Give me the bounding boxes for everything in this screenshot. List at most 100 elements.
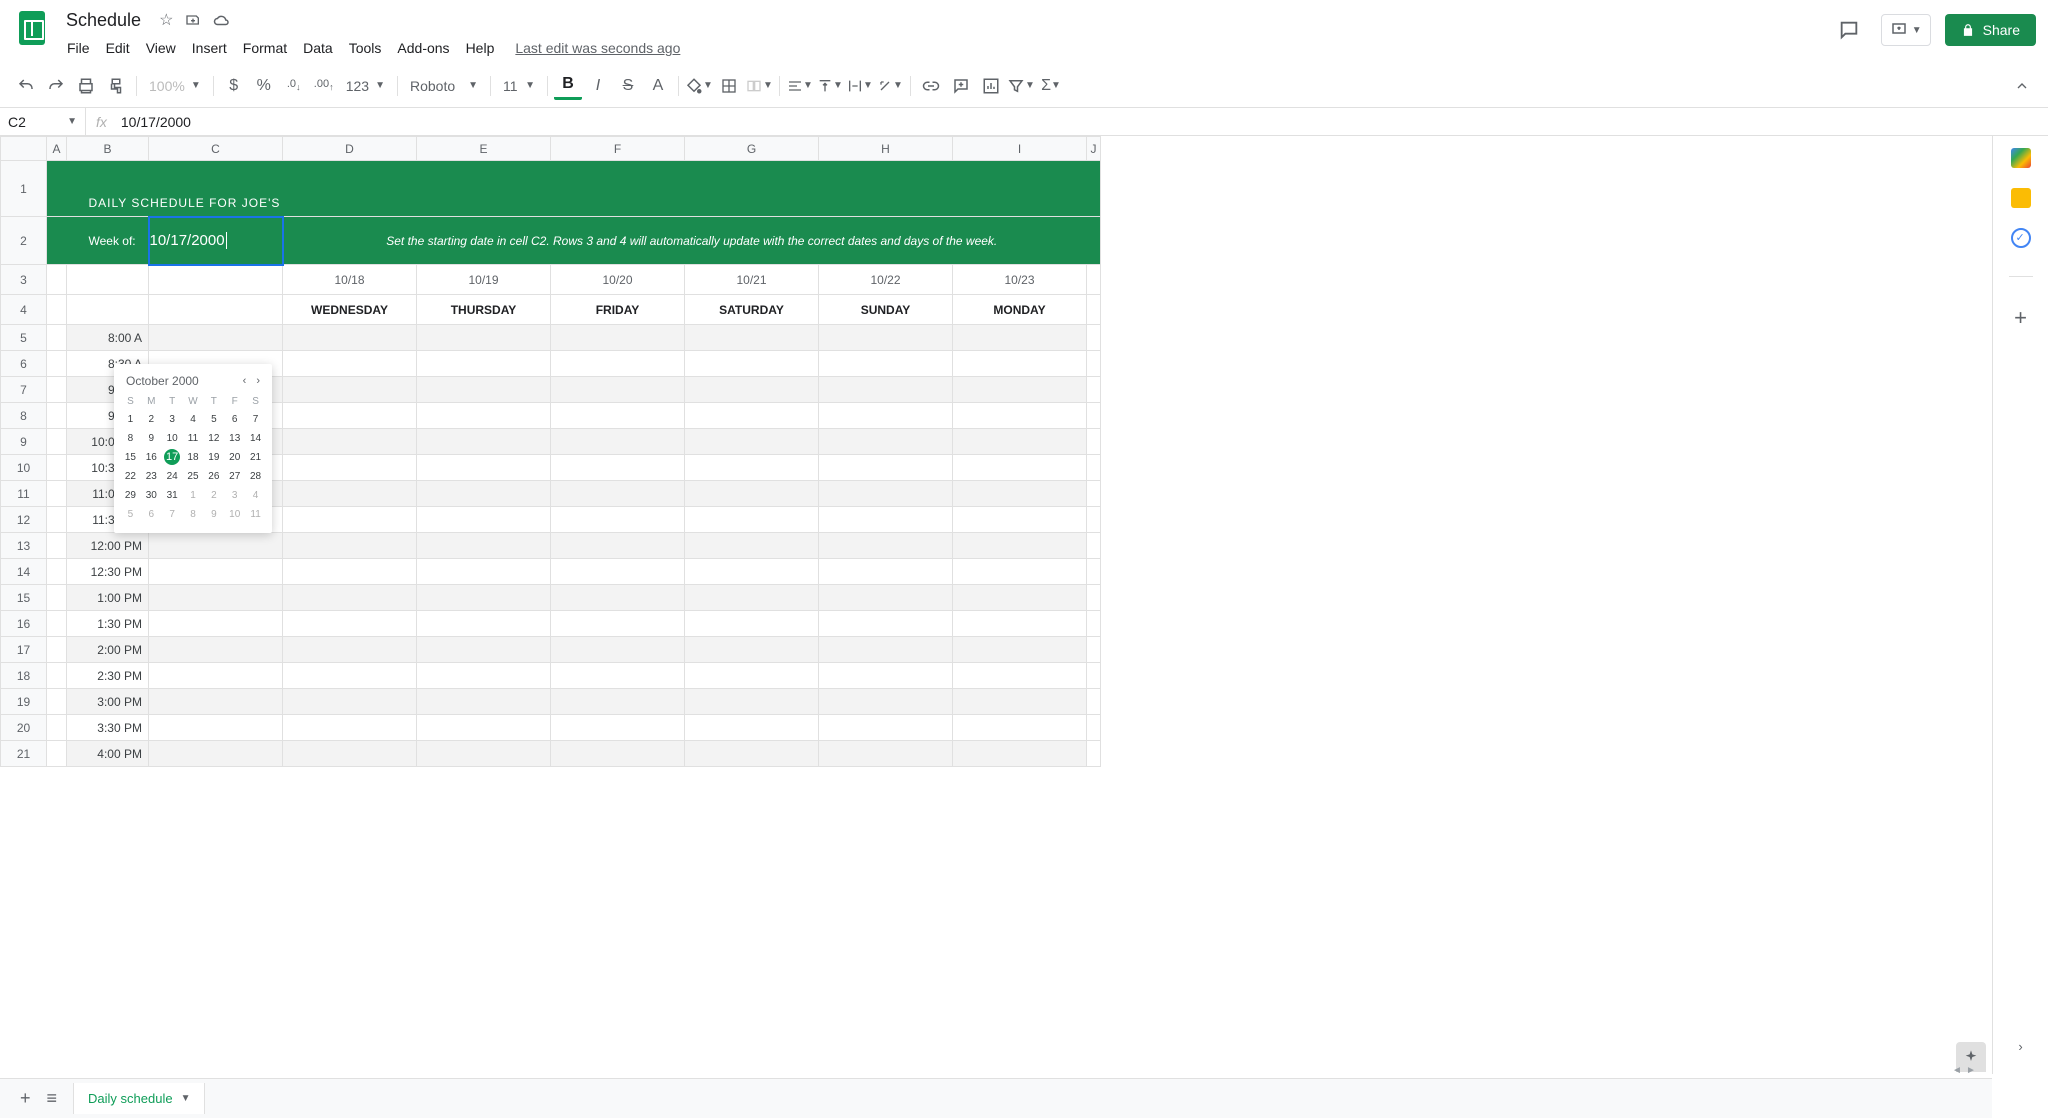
schedule-cell[interactable] bbox=[417, 377, 551, 403]
datepicker-day[interactable]: 7 bbox=[162, 506, 183, 523]
column-header[interactable]: B bbox=[67, 137, 149, 161]
schedule-cell[interactable] bbox=[283, 637, 417, 663]
datepicker-day[interactable]: 6 bbox=[141, 506, 162, 523]
datepicker-day[interactable]: 10 bbox=[224, 506, 245, 523]
weekof-date-cell[interactable]: 10/17/2000 bbox=[149, 217, 283, 265]
schedule-cell[interactable] bbox=[417, 663, 551, 689]
percent-icon[interactable]: % bbox=[250, 72, 278, 100]
text-color-icon[interactable]: A bbox=[644, 72, 672, 100]
star-icon[interactable]: ☆ bbox=[159, 10, 173, 30]
schedule-cell[interactable] bbox=[283, 741, 417, 767]
horizontal-align-icon[interactable]: ▼ bbox=[786, 72, 814, 100]
schedule-cell[interactable] bbox=[417, 429, 551, 455]
datepicker-day[interactable]: 5 bbox=[120, 506, 141, 523]
datepicker-day[interactable]: 13 bbox=[224, 430, 245, 447]
schedule-cell[interactable] bbox=[953, 689, 1087, 715]
column-header[interactable]: H bbox=[819, 137, 953, 161]
schedule-cell[interactable] bbox=[283, 689, 417, 715]
schedule-cell[interactable] bbox=[417, 351, 551, 377]
row-header[interactable]: 1 bbox=[1, 161, 47, 217]
schedule-cell[interactable] bbox=[283, 403, 417, 429]
insert-chart-icon[interactable] bbox=[977, 72, 1005, 100]
undo-icon[interactable] bbox=[12, 72, 40, 100]
datepicker-day[interactable]: 4 bbox=[183, 411, 204, 428]
time-cell[interactable]: 1:00 PM bbox=[67, 585, 149, 611]
schedule-cell[interactable] bbox=[283, 377, 417, 403]
schedule-cell[interactable] bbox=[819, 403, 953, 429]
schedule-cell[interactable] bbox=[283, 481, 417, 507]
schedule-cell[interactable] bbox=[283, 507, 417, 533]
text-wrap-icon[interactable]: ▼ bbox=[846, 72, 874, 100]
column-header[interactable]: D bbox=[283, 137, 417, 161]
datepicker-day[interactable]: 11 bbox=[245, 506, 266, 523]
more-formats-select[interactable]: 123▼ bbox=[340, 78, 391, 94]
present-button[interactable]: ▼ bbox=[1881, 14, 1931, 46]
schedule-cell[interactable] bbox=[953, 455, 1087, 481]
schedule-cell[interactable] bbox=[551, 403, 685, 429]
paint-format-icon[interactable] bbox=[102, 72, 130, 100]
datepicker-day[interactable]: 14 bbox=[245, 430, 266, 447]
column-header[interactable]: C bbox=[149, 137, 283, 161]
schedule-cell[interactable] bbox=[953, 741, 1087, 767]
schedule-cell[interactable] bbox=[551, 377, 685, 403]
schedule-cell[interactable] bbox=[149, 741, 283, 767]
bold-icon[interactable]: B bbox=[554, 72, 582, 100]
datepicker-day[interactable]: 16 bbox=[141, 449, 162, 466]
datepicker-day[interactable]: 22 bbox=[120, 468, 141, 485]
row-header[interactable]: 6 bbox=[1, 351, 47, 377]
schedule-cell[interactable] bbox=[685, 559, 819, 585]
schedule-cell[interactable] bbox=[819, 637, 953, 663]
schedule-cell[interactable] bbox=[417, 715, 551, 741]
vertical-align-icon[interactable]: ▼ bbox=[816, 72, 844, 100]
row-header[interactable]: 4 bbox=[1, 295, 47, 325]
schedule-cell[interactable] bbox=[953, 377, 1087, 403]
merge-cells-icon[interactable]: ▼ bbox=[745, 72, 773, 100]
schedule-cell[interactable] bbox=[283, 559, 417, 585]
schedule-cell[interactable] bbox=[283, 325, 417, 351]
schedule-cell[interactable] bbox=[819, 715, 953, 741]
schedule-cell[interactable] bbox=[953, 403, 1087, 429]
schedule-cell[interactable] bbox=[149, 663, 283, 689]
day-date-cell[interactable]: 10/22 bbox=[819, 265, 953, 295]
schedule-cell[interactable] bbox=[819, 689, 953, 715]
text-rotation-icon[interactable]: ▼ bbox=[876, 72, 904, 100]
datepicker-day[interactable]: 8 bbox=[120, 430, 141, 447]
schedule-cell[interactable] bbox=[551, 663, 685, 689]
datepicker-day[interactable]: 3 bbox=[224, 487, 245, 504]
font-select[interactable]: Roboto▼ bbox=[404, 78, 484, 94]
decrease-decimal-icon[interactable]: .0↓ bbox=[280, 72, 308, 100]
all-sheets-icon[interactable]: ≡ bbox=[47, 1088, 58, 1109]
schedule-cell[interactable] bbox=[551, 611, 685, 637]
schedule-cell[interactable] bbox=[685, 351, 819, 377]
add-sheet-icon[interactable]: + bbox=[20, 1088, 31, 1109]
day-date-cell[interactable]: 10/20 bbox=[551, 265, 685, 295]
schedule-cell[interactable] bbox=[283, 533, 417, 559]
day-date-cell[interactable]: 10/18 bbox=[283, 265, 417, 295]
schedule-cell[interactable] bbox=[283, 715, 417, 741]
schedule-cell[interactable] bbox=[551, 481, 685, 507]
row-header[interactable]: 21 bbox=[1, 741, 47, 767]
comments-icon[interactable] bbox=[1831, 12, 1867, 48]
datepicker-day[interactable]: 10 bbox=[162, 430, 183, 447]
datepicker-day[interactable]: 12 bbox=[203, 430, 224, 447]
datepicker-day[interactable]: 11 bbox=[183, 430, 204, 447]
schedule-cell[interactable] bbox=[417, 585, 551, 611]
datepicker-day[interactable]: 15 bbox=[120, 449, 141, 466]
increase-decimal-icon[interactable]: .00↑ bbox=[310, 72, 338, 100]
schedule-cell[interactable] bbox=[551, 689, 685, 715]
schedule-cell[interactable] bbox=[551, 637, 685, 663]
schedule-cell[interactable] bbox=[417, 481, 551, 507]
time-cell[interactable]: 2:00 PM bbox=[67, 637, 149, 663]
date-picker[interactable]: October 2000 ‹ › SMTWTFS1234567891011121… bbox=[114, 364, 272, 533]
row-header[interactable]: 9 bbox=[1, 429, 47, 455]
schedule-cell[interactable] bbox=[953, 429, 1087, 455]
hide-side-panel-icon[interactable]: › bbox=[2018, 1039, 2022, 1054]
schedule-cell[interactable] bbox=[551, 351, 685, 377]
row-header[interactable]: 12 bbox=[1, 507, 47, 533]
schedule-cell[interactable] bbox=[819, 377, 953, 403]
menu-edit[interactable]: Edit bbox=[99, 36, 137, 60]
datepicker-day[interactable]: 7 bbox=[245, 411, 266, 428]
datepicker-day[interactable]: 20 bbox=[224, 449, 245, 466]
cloud-icon[interactable] bbox=[213, 13, 231, 27]
datepicker-day[interactable]: 28 bbox=[245, 468, 266, 485]
